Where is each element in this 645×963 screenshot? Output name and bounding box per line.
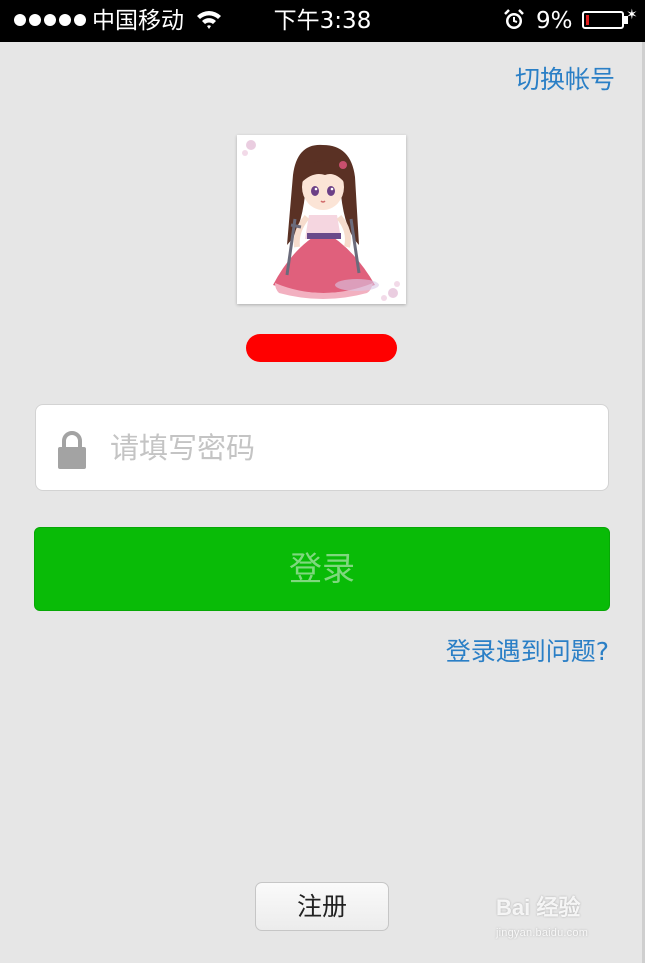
battery-icon xyxy=(582,11,624,29)
register-button[interactable]: 注册 xyxy=(255,882,389,931)
battery-percentage: 9% xyxy=(536,8,573,34)
login-screen: 中国移动 下午3:38 9% ✶ 切换帐号 登录 登录遇到问题? 注册 Bai … xyxy=(0,0,645,963)
alarm-icon xyxy=(503,9,525,35)
login-help-link[interactable]: 登录遇到问题? xyxy=(446,634,609,670)
watermark-brand: Bai 经验 xyxy=(496,895,581,920)
login-button[interactable]: 登录 xyxy=(34,527,610,611)
lock-icon xyxy=(56,431,88,473)
password-field[interactable] xyxy=(35,404,609,491)
status-bar: 中国移动 下午3:38 9% ✶ xyxy=(0,0,645,42)
battery-level-fill xyxy=(586,15,589,25)
password-input[interactable] xyxy=(110,419,590,477)
baidu-watermark: Bai 经验 jingyan.baidu.com xyxy=(496,894,616,948)
switch-account-link[interactable]: 切换帐号 xyxy=(515,62,615,98)
username-redacted xyxy=(246,334,397,362)
avatar xyxy=(237,135,406,304)
watermark-url: jingyan.baidu.com xyxy=(496,927,589,939)
charging-icon: ✶ xyxy=(626,7,638,23)
